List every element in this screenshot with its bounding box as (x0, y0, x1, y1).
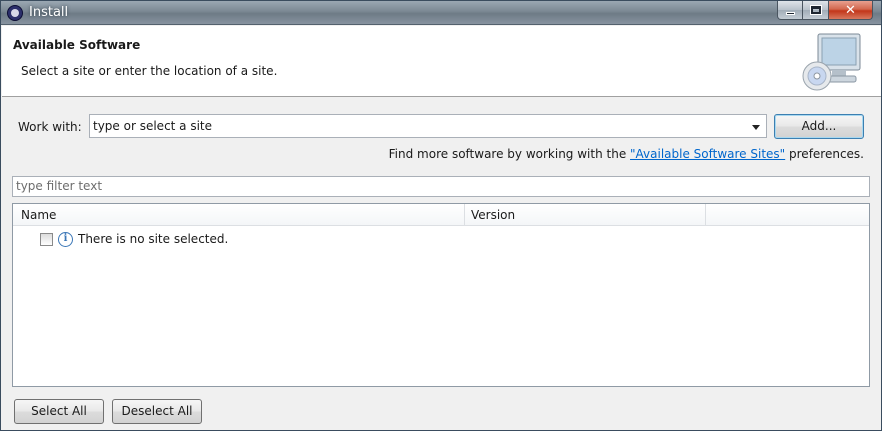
maximize-icon (809, 5, 822, 15)
install-dialog: Install ✕ Available Software Select a si… (0, 0, 882, 431)
column-separator[interactable] (464, 204, 465, 226)
more-software-text: Find more software by working with the "… (389, 147, 864, 161)
computer-cd-icon (802, 33, 861, 91)
select-all-button[interactable]: Select All (14, 399, 104, 424)
info-icon: i (58, 232, 73, 247)
page-title: Available Software (13, 38, 141, 52)
more-software-prefix: Find more software by working with the (388, 147, 631, 161)
window-controls: ✕ (777, 1, 873, 20)
select-all-label: Select All (31, 404, 87, 418)
page-description: Select a site or enter the location of a… (21, 64, 278, 78)
work-with-combo[interactable]: type or select a site (89, 114, 767, 138)
title-bar[interactable]: Install ✕ (1, 1, 881, 25)
window-title: Install (29, 5, 69, 20)
row-text: There is no site selected. (78, 232, 229, 246)
table-header: Name Version (13, 204, 869, 226)
minimize-icon (785, 12, 795, 15)
column-separator[interactable] (705, 204, 706, 226)
available-software-sites-link[interactable]: "Available Software Sites" (630, 147, 785, 161)
eclipse-app-icon (7, 5, 23, 21)
maximize-button[interactable] (803, 1, 829, 20)
software-table[interactable]: Name Version i There is no site selected… (12, 203, 870, 387)
close-icon: ✕ (845, 2, 856, 18)
work-with-value: type or select a site (93, 119, 213, 133)
column-header-name[interactable]: Name (21, 208, 56, 222)
add-button-label: Add... (801, 119, 837, 133)
dialog-header: Available Software Select a site or ente… (2, 26, 881, 97)
row-checkbox[interactable] (40, 233, 53, 246)
chevron-down-icon[interactable] (752, 125, 760, 130)
work-with-label: Work with: (18, 120, 82, 134)
column-header-version[interactable]: Version (471, 208, 515, 222)
deselect-all-button[interactable]: Deselect All (112, 399, 202, 424)
filter-input[interactable]: type filter text (12, 176, 870, 197)
filter-placeholder: type filter text (16, 179, 103, 193)
more-software-suffix: preferences. (785, 147, 864, 161)
minimize-button[interactable] (777, 1, 803, 20)
table-row[interactable]: i There is no site selected. (13, 228, 869, 250)
deselect-all-label: Deselect All (121, 404, 193, 418)
close-button[interactable]: ✕ (829, 1, 873, 20)
add-site-button[interactable]: Add... (774, 114, 864, 139)
